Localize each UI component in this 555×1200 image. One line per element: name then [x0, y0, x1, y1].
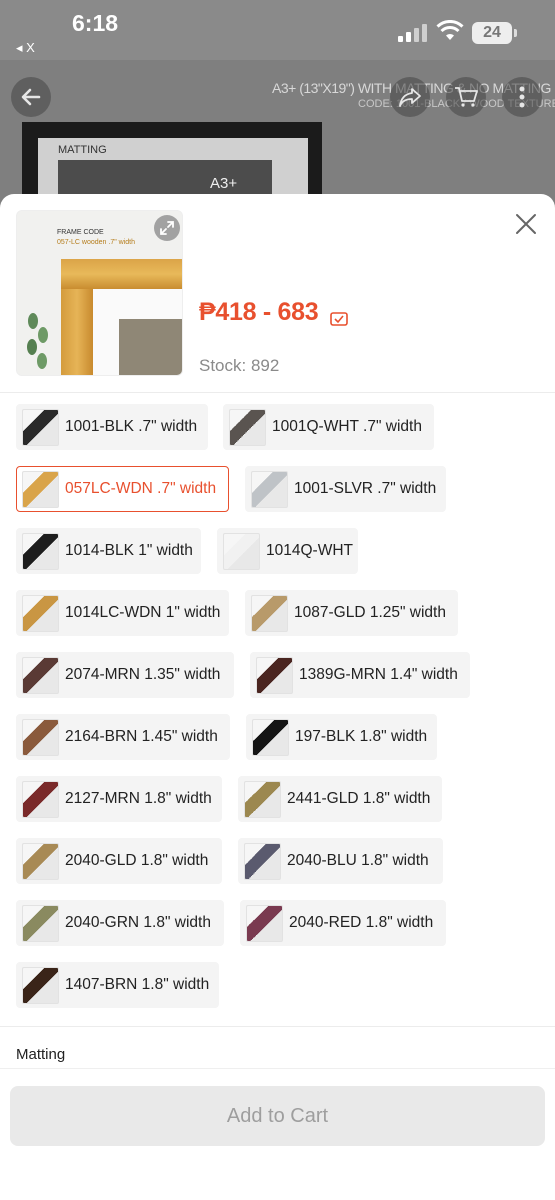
wifi-icon [436, 20, 464, 40]
variant-swatch-image [22, 966, 59, 1004]
share-button[interactable] [390, 77, 430, 117]
variant-label: 1389G-MRN 1.4" width [299, 666, 458, 683]
status-time: 6:18 [72, 10, 119, 36]
thumbnail-artwork [119, 319, 182, 375]
variant-swatch-image [22, 718, 59, 756]
close-icon[interactable] [512, 210, 540, 238]
variant-swatch-image [252, 718, 289, 756]
variant-option[interactable]: 1407-BRN 1.8" width [16, 962, 219, 1008]
variant-option[interactable]: 1087-GLD 1.25" width [245, 590, 458, 636]
variant-option[interactable]: 1014Q-WHT [217, 528, 358, 574]
variant-label: 1014Q-WHT [266, 542, 353, 559]
variant-label: 2040-GRN 1.8" width [65, 914, 211, 931]
variant-label: 1407-BRN 1.8" width [65, 976, 210, 993]
back-to-app-link[interactable]: ◂ X [16, 40, 35, 56]
variant-swatch-image [244, 780, 281, 818]
banner-size-label: A3+ [210, 175, 238, 192]
thumbnail-frame-code-label: FRAME CODE [57, 229, 104, 236]
stock-count: Stock: 892 [199, 356, 280, 375]
variant-swatch-image [22, 780, 59, 818]
variant-swatch-image [22, 656, 59, 694]
variant-swatch-image [251, 470, 288, 508]
divider-top [0, 392, 555, 393]
variant-option[interactable]: 1014-BLK 1" width [16, 528, 201, 574]
variant-option[interactable]: 2074-MRN 1.35" width [16, 652, 234, 698]
variant-label: 2040-RED 1.8" width [289, 914, 434, 931]
battery-icon: 24 [472, 22, 512, 44]
variant-option[interactable]: 2164-BRN 1.45" width [16, 714, 230, 760]
battery-tip [514, 29, 517, 37]
variant-option[interactable]: 2127-MRN 1.8" width [16, 776, 222, 822]
coupon-icon [330, 312, 348, 326]
variant-swatch-image [256, 656, 293, 694]
signal-icon [398, 24, 428, 42]
variant-option[interactable]: 1001Q-WHT .7" width [223, 404, 434, 450]
variant-label: 2441-GLD 1.8" width [287, 790, 431, 807]
variant-swatch-image [244, 842, 281, 880]
variant-label: 1001Q-WHT .7" width [272, 418, 422, 435]
variant-label: 2040-BLU 1.8" width [287, 852, 429, 869]
variant-label: 1087-GLD 1.25" width [294, 604, 446, 621]
variant-label: 2164-BRN 1.45" width [65, 728, 218, 745]
variant-label: 2074-MRN 1.35" width [65, 666, 221, 683]
variant-label: 057LC-WDN .7" width [65, 480, 217, 497]
cart-button[interactable] [446, 77, 486, 117]
expand-icon [160, 221, 174, 235]
variant-option[interactable]: 2040-RED 1.8" width [240, 900, 446, 946]
variant-label: 197-BLK 1.8" width [295, 728, 428, 745]
variant-swatch-image [246, 904, 283, 942]
sheet-footer: Add to Cart [0, 1068, 555, 1200]
variant-selection-sheet: FRAME CODE 057-LC wooden .7" width ₱418 … [0, 194, 555, 1200]
add-to-cart-button[interactable]: Add to Cart [10, 1086, 545, 1146]
variant-label: 2127-MRN 1.8" width [65, 790, 212, 807]
divider-bottom [0, 1026, 555, 1027]
variant-swatch-image [22, 532, 59, 570]
variant-option[interactable]: 057LC-WDN .7" width [16, 466, 229, 512]
status-bar: 6:18 ◂ X 24 [0, 0, 555, 60]
variant-option[interactable]: 1001-SLVR .7" width [245, 466, 446, 512]
variant-option[interactable]: 1389G-MRN 1.4" width [250, 652, 470, 698]
thumbnail-frame-top [61, 259, 182, 289]
banner-mat-label: MATTING [58, 144, 107, 156]
more-vertical-icon [519, 86, 525, 108]
thumbnail-frame-code-value: 057-LC wooden .7" width [57, 239, 135, 246]
variant-swatch-image [22, 842, 59, 880]
share-icon [399, 88, 421, 107]
variant-label: 1014LC-WDN 1" width [65, 604, 221, 621]
variant-label: 1001-SLVR .7" width [294, 480, 437, 497]
expand-image-button[interactable] [154, 215, 180, 241]
variant-swatch-image [22, 594, 59, 632]
price-range: ₱418 - 683 [199, 298, 319, 326]
variant-swatch-image [229, 408, 266, 446]
cart-icon [455, 87, 478, 107]
leaf-decoration-icon [27, 313, 48, 369]
variant-option[interactable]: 197-BLK 1.8" width [246, 714, 437, 760]
variant-label: 1014-BLK 1" width [65, 542, 193, 559]
variant-label: 1001-BLK .7" width [65, 418, 198, 435]
variant-option[interactable]: 1001-BLK .7" width [16, 404, 208, 450]
variant-swatch-image [22, 408, 59, 446]
variant-option[interactable]: 2040-GLD 1.8" width [16, 838, 222, 884]
variant-option[interactable]: 2040-BLU 1.8" width [238, 838, 443, 884]
variant-swatch-image [22, 470, 59, 508]
product-thumbnail[interactable]: FRAME CODE 057-LC wooden .7" width [16, 210, 183, 376]
matting-section-label: Matting [16, 1046, 66, 1063]
back-arrow-button[interactable] [11, 77, 51, 117]
variant-label: 2040-GLD 1.8" width [65, 852, 209, 869]
variant-option[interactable]: 2441-GLD 1.8" width [238, 776, 442, 822]
variant-option[interactable]: 1014LC-WDN 1" width [16, 590, 229, 636]
variant-option[interactable]: 2040-GRN 1.8" width [16, 900, 224, 946]
more-options-button[interactable] [502, 77, 542, 117]
arrow-left-icon [21, 88, 41, 106]
variant-swatch-image [251, 594, 288, 632]
variant-swatch-image [22, 904, 59, 942]
variant-swatch-image [223, 532, 260, 570]
